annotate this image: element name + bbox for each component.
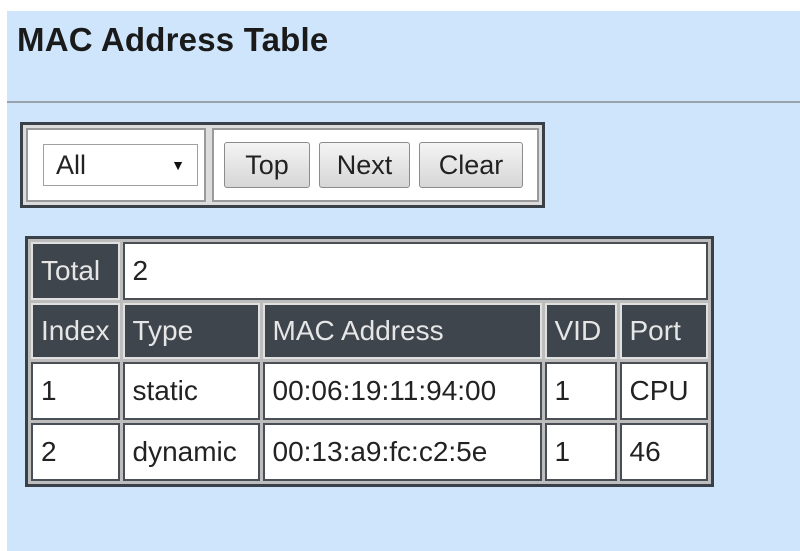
cell-vid: 1: [544, 423, 617, 481]
header-index: Index: [31, 303, 120, 359]
header-vid: VID: [544, 303, 617, 359]
buttons-cell: Top Next Clear: [212, 128, 539, 202]
table-row: 1 static 00:06:19:11:94:00 1 CPU: [31, 362, 708, 420]
table-header-row: Index Type MAC Address VID Port: [31, 303, 708, 359]
filter-cell: All ▼: [26, 128, 206, 202]
total-row: Total 2: [31, 242, 708, 300]
cell-port: CPU: [619, 362, 708, 420]
page-panel: MAC Address Table All ▼ Top Next Clear T…: [7, 11, 800, 551]
clear-button[interactable]: Clear: [419, 142, 523, 188]
cell-mac-address: 00:13:a9:fc:c2:5e: [262, 423, 542, 481]
title-divider: [7, 101, 800, 103]
total-label: Total: [31, 242, 120, 300]
cell-type: static: [122, 362, 260, 420]
cell-index: 1: [31, 362, 120, 420]
top-button[interactable]: Top: [224, 142, 310, 188]
header-mac-address: MAC Address: [262, 303, 542, 359]
cell-mac-address: 00:06:19:11:94:00: [262, 362, 542, 420]
filter-select-value: All: [56, 149, 87, 180]
header-port: Port: [619, 303, 708, 359]
table-row: 2 dynamic 00:13:a9:fc:c2:5e 1 46: [31, 423, 708, 481]
next-button[interactable]: Next: [319, 142, 410, 188]
total-value: 2: [122, 242, 708, 300]
toolbar: All ▼ Top Next Clear: [20, 122, 545, 208]
cell-index: 2: [31, 423, 120, 481]
header-type: Type: [122, 303, 260, 359]
cell-type: dynamic: [122, 423, 260, 481]
filter-select[interactable]: All ▼: [43, 144, 198, 186]
dropdown-arrow-icon: ▼: [171, 157, 185, 173]
page-title: MAC Address Table: [17, 21, 329, 58]
mac-address-table: Total 2 Index Type MAC Address VID Port …: [25, 236, 714, 487]
cell-vid: 1: [544, 362, 617, 420]
cell-port: 46: [619, 423, 708, 481]
